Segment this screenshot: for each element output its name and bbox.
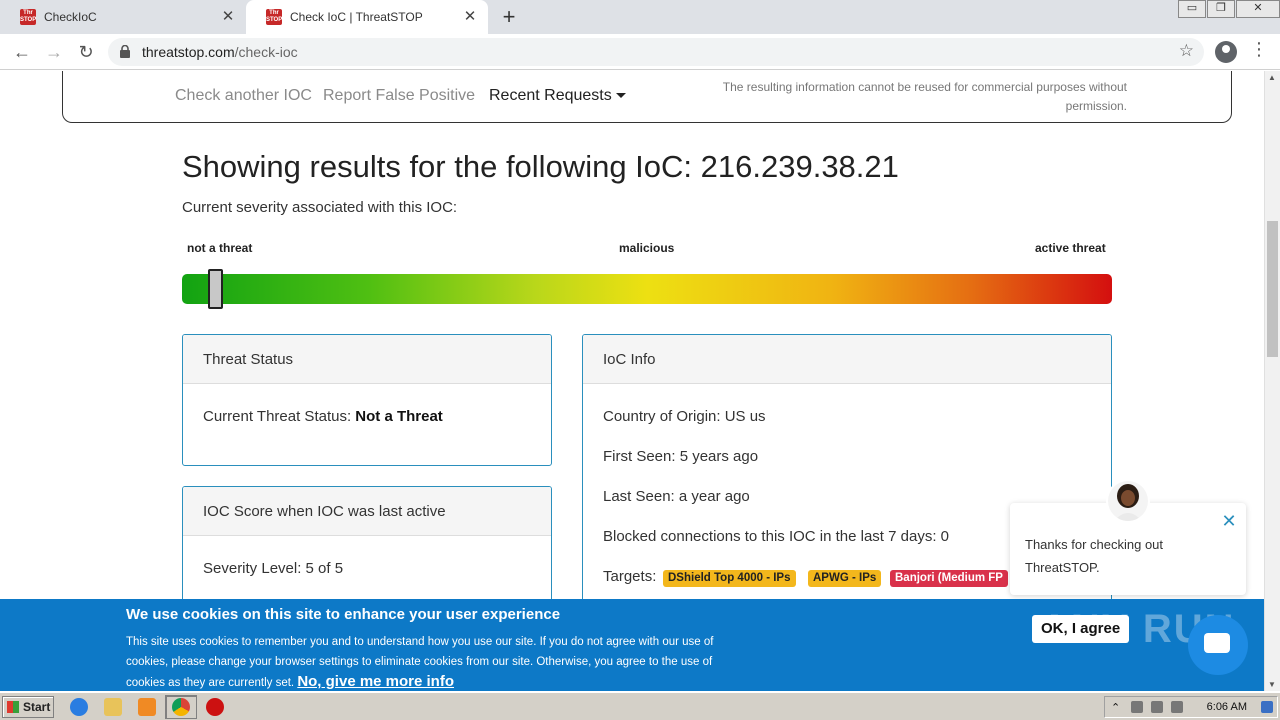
scroll-up-arrow-icon[interactable]: ▲: [1268, 73, 1276, 82]
close-tab-icon[interactable]: ✕: [220, 9, 236, 25]
ioc-score-title: IOC Score when IOC was last active: [183, 487, 551, 536]
close-tab-icon[interactable]: ✕: [462, 9, 478, 25]
chat-popup: ✕ Thanks for checking out ThreatSTOP.: [1010, 479, 1246, 595]
page-viewport: Check another IOC Report False Positive …: [0, 71, 1264, 691]
threat-status-title: Threat Status: [183, 335, 551, 384]
threat-status-line: Current Threat Status: Not a Threat: [203, 408, 443, 425]
start-button[interactable]: Start: [2, 696, 54, 718]
blocked-connections: Blocked connections to this IOC in the l…: [603, 528, 950, 545]
browser-menu-icon[interactable]: ⋮: [1250, 39, 1268, 60]
network-icon[interactable]: [1151, 701, 1163, 713]
back-arrow-icon[interactable]: ←: [10, 40, 34, 64]
chrome-icon: [172, 698, 190, 716]
new-tab-button[interactable]: +: [497, 5, 521, 29]
tab-strip: Thr STOP CheckIoC ✕ Thr STOP Check IoC |…: [0, 0, 1280, 34]
threatstop-favicon-icon: Thr STOP: [266, 9, 283, 25]
tab-checkioc[interactable]: Thr STOP CheckIoC ✕: [0, 0, 246, 34]
window-controls: ▭ ❐ ✕: [1177, 0, 1280, 18]
severity-caption: Current severity associated with this IO…: [182, 199, 458, 216]
media-player-icon[interactable]: [138, 698, 156, 716]
chat-launcher-icon[interactable]: [1188, 615, 1248, 675]
cookie-title: We use cookies on this site to enhance y…: [126, 606, 561, 623]
recent-requests-label: Recent Requests: [489, 87, 612, 104]
page-scrollbar[interactable]: ▲ ▼: [1264, 71, 1280, 691]
threatstop-favicon-icon: Thr STOP: [20, 9, 37, 25]
cookie-text: This site uses cookies to remember you a…: [126, 632, 736, 691]
chrome-taskbar-button[interactable]: [165, 695, 197, 719]
first-seen: First Seen: 5 years ago: [603, 448, 759, 465]
scale-label-low: not a threat: [187, 241, 253, 255]
reload-icon[interactable]: ↻: [74, 40, 98, 64]
browser-toolbar: ← → ↻ threatstop.com/check-ioc ☆ ⋮: [0, 34, 1280, 70]
country-of-origin: Country of Origin: US us: [603, 408, 766, 425]
windows-taskbar: Start ⌃ 6:06 AM: [0, 692, 1280, 720]
lock-icon: [120, 45, 130, 58]
ioc-info-title: IoC Info: [583, 335, 1111, 384]
target-tag[interactable]: DShield Top 4000 - IPs: [663, 570, 796, 587]
page-title: Showing results for the following IoC: 2…: [182, 149, 899, 184]
caret-down-icon: [615, 93, 626, 99]
scrollbar-thumb[interactable]: [1267, 221, 1278, 357]
agent-avatar: [1106, 479, 1150, 523]
address-bar[interactable]: threatstop.com/check-ioc ☆: [108, 38, 1204, 66]
flag-icon[interactable]: [1171, 701, 1183, 713]
agent-avatar-icon: [1108, 481, 1148, 521]
report-false-positive-link[interactable]: Report False Positive: [323, 87, 475, 105]
forward-arrow-icon[interactable]: →: [42, 40, 66, 64]
usage-disclaimer: The resulting information cannot be reus…: [722, 80, 1127, 113]
severity-indicator-handle: [208, 269, 224, 309]
clock: 6:06 AM: [1206, 701, 1247, 713]
tab-check-ioc-threatstop[interactable]: Thr STOP Check IoC | ThreatSTOP ✕: [246, 0, 488, 34]
account-avatar-icon[interactable]: [1215, 41, 1237, 63]
severity-level-line: Severity Level: 5 of 5: [203, 560, 344, 577]
scale-label-high: active threat: [1035, 241, 1106, 255]
agree-cookies-button[interactable]: OK, I agree: [1032, 615, 1130, 643]
restore-button[interactable]: ❐: [1207, 0, 1235, 18]
show-desktop-icon[interactable]: [1261, 701, 1273, 713]
threat-status-value: Not a Threat: [355, 408, 443, 425]
url-text: threatstop.com/check-ioc: [142, 44, 298, 60]
stop-app-icon[interactable]: [206, 698, 224, 716]
file-explorer-icon[interactable]: [104, 698, 122, 716]
cookie-banner: We use cookies on this site to enhance y…: [0, 599, 1264, 691]
minimize-button[interactable]: ▭: [1178, 0, 1206, 18]
tray-expand-icon[interactable]: ⌃: [1111, 701, 1123, 714]
severity-gradient-bar: [182, 274, 1112, 304]
threat-status-card: Threat Status Current Threat Status: Not…: [182, 334, 552, 466]
more-info-link[interactable]: No, give me more info: [297, 673, 454, 690]
tab-title: CheckIoC: [44, 10, 97, 24]
close-chat-icon[interactable]: ✕: [1220, 512, 1238, 530]
scale-label-mid: malicious: [619, 241, 675, 255]
volume-icon[interactable]: [1131, 701, 1143, 713]
internet-explorer-icon[interactable]: [70, 698, 88, 716]
chat-message: Thanks for checking out ThreatSTOP.: [1025, 537, 1164, 575]
target-tag[interactable]: APWG - IPs: [808, 570, 882, 587]
url-host: threatstop.com: [142, 44, 235, 60]
recent-requests-dropdown[interactable]: Recent Requests: [489, 87, 626, 105]
scroll-down-arrow-icon[interactable]: ▼: [1268, 680, 1276, 689]
url-path: /check-ioc: [234, 44, 298, 60]
bookmark-star-icon[interactable]: ☆: [1179, 41, 1194, 61]
check-another-ioc-link[interactable]: Check another IOC: [175, 87, 312, 105]
tab-title: Check IoC | ThreatSTOP: [290, 10, 423, 24]
targets-label: Targets:: [603, 568, 657, 585]
window-close-button[interactable]: ✕: [1236, 0, 1280, 18]
threat-status-label: Current Threat Status:: [203, 408, 352, 425]
top-navigation: Check another IOC Report False Positive …: [62, 71, 1232, 123]
target-tag[interactable]: Banjori (Medium FP: [890, 570, 1008, 587]
last-seen: Last Seen: a year ago: [603, 488, 750, 505]
system-tray: ⌃ 6:06 AM: [1104, 696, 1278, 718]
